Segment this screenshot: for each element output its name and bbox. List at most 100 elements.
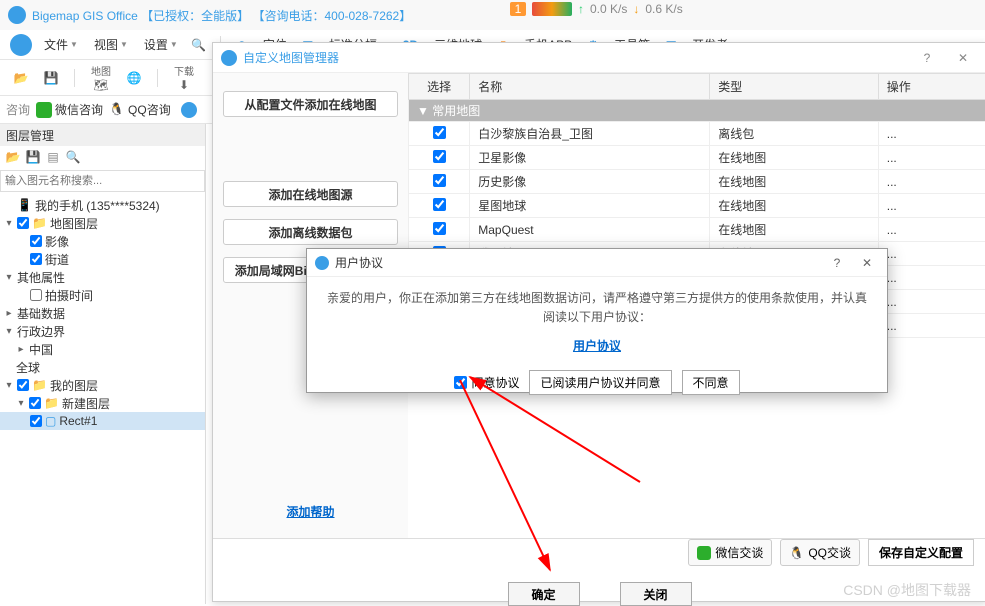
map-group[interactable]: 地图🗺 bbox=[87, 63, 115, 92]
row-op-button[interactable]: ... bbox=[878, 242, 985, 266]
row-name: MapQuest bbox=[470, 218, 710, 242]
disagree-button[interactable]: 不同意 bbox=[682, 370, 740, 395]
layers-icon[interactable]: ▤ bbox=[44, 148, 62, 166]
close-button[interactable]: 关闭 bbox=[620, 582, 692, 606]
row-checkbox[interactable] bbox=[433, 126, 446, 139]
ok-button[interactable]: 确定 bbox=[508, 582, 580, 606]
row-op-button[interactable]: ... bbox=[878, 170, 985, 194]
agree-checkbox[interactable] bbox=[454, 376, 467, 389]
agreement-titlebar: 用户协议 ? ✕ bbox=[307, 249, 887, 277]
help-icon[interactable]: ? bbox=[912, 51, 942, 65]
watermark: CSDN @地图下载器 bbox=[843, 580, 971, 600]
tree-other-attrs[interactable]: ▾其他属性 bbox=[0, 268, 205, 286]
read-and-agree-button[interactable]: 已阅读用户协议并同意 bbox=[529, 370, 671, 395]
row-checkbox[interactable] bbox=[433, 222, 446, 235]
map-manager-titlebar: 自定义地图管理器 ? ✕ bbox=[213, 43, 985, 73]
folder-open-icon[interactable]: 📂 bbox=[4, 148, 22, 166]
table-row[interactable]: 白沙黎族自治县_卫图 离线包 ... bbox=[409, 122, 985, 146]
menu-settings[interactable]: 设置▼ bbox=[140, 32, 182, 57]
qq-icon: 🐧 bbox=[109, 102, 125, 118]
table-row[interactable]: 历史影像 在线地图 ... bbox=[409, 170, 985, 194]
globe-icon[interactable] bbox=[10, 34, 32, 56]
tree-new-layer[interactable]: ▾📁新建图层 bbox=[0, 394, 205, 412]
row-op-button[interactable]: ... bbox=[878, 122, 985, 146]
menu-file[interactable]: 文件▼ bbox=[40, 32, 82, 57]
table-row[interactable]: 星图地球 在线地图 ... bbox=[409, 194, 985, 218]
row-op-button[interactable]: ... bbox=[878, 146, 985, 170]
user-agreement-dialog: 用户协议 ? ✕ 亲爱的用户，你正在添加第三方在线地图数据访问，请严格遵守第三方… bbox=[306, 248, 888, 393]
table-row[interactable]: MapQuest 在线地图 ... bbox=[409, 218, 985, 242]
row-type: 在线地图 bbox=[710, 146, 879, 170]
save-icon[interactable]: 💾 bbox=[40, 67, 62, 89]
help-icon[interactable]: ? bbox=[825, 256, 849, 270]
globe-small-icon[interactable]: 🌐 bbox=[123, 67, 145, 89]
tree-image[interactable]: 影像 bbox=[0, 232, 205, 250]
tree-my-phone[interactable]: 📱我的手机 (135****5324) bbox=[0, 196, 205, 214]
open-icon[interactable]: 📂 bbox=[10, 67, 32, 89]
row-checkbox[interactable] bbox=[433, 174, 446, 187]
add-online-source-button[interactable]: 添加在线地图源 bbox=[223, 181, 398, 207]
col-name[interactable]: 名称 bbox=[470, 74, 710, 100]
row-name: 卫星影像 bbox=[470, 146, 710, 170]
add-from-config-button[interactable]: 从配置文件添加在线地图 bbox=[223, 91, 398, 117]
layer-panel-tools: 📂 💾 ▤ 🔍 bbox=[0, 146, 205, 170]
row-checkbox[interactable] bbox=[433, 150, 446, 163]
row-op-button[interactable]: ... bbox=[878, 314, 985, 338]
tree-admin-boundary[interactable]: ▾行政边界 bbox=[0, 322, 205, 340]
search-icon[interactable]: 🔍 bbox=[190, 36, 208, 54]
col-op[interactable]: 操作 bbox=[878, 74, 985, 100]
net-status: 1 ↑0.0 K/s ↓0.6 K/s bbox=[510, 2, 683, 16]
layer-tree: 📱我的手机 (135****5324) ▾📁地图图层 影像 街道 ▾其他属性 拍… bbox=[0, 192, 205, 434]
qq-icon: 🐧 bbox=[789, 546, 804, 560]
folder-icon: 📁 bbox=[32, 378, 47, 392]
row-op-button[interactable]: ... bbox=[878, 194, 985, 218]
row-type: 在线地图 bbox=[710, 170, 879, 194]
app-title: Bigemap GIS Office 【已授权：全能版】 【咨询电话：400-0… bbox=[32, 7, 411, 24]
wechat-chat-button[interactable]: 微信交谈 bbox=[688, 539, 772, 566]
layer-panel-title: 图层管理 bbox=[0, 124, 205, 146]
tree-global[interactable]: 全球 bbox=[0, 358, 205, 376]
layer-panel: 图层管理 📂 💾 ▤ 🔍 📱我的手机 (135****5324) ▾📁地图图层 … bbox=[0, 124, 206, 604]
tree-rect1[interactable]: ▢Rect#1 bbox=[0, 412, 205, 430]
agreement-link[interactable]: 用户协议 bbox=[573, 337, 621, 354]
map-manager-title: 自定义地图管理器 bbox=[243, 49, 906, 66]
row-op-button[interactable]: ... bbox=[878, 290, 985, 314]
tree-my-layers[interactable]: ▾📁我的图层 bbox=[0, 376, 205, 394]
row-op-button[interactable]: ... bbox=[878, 218, 985, 242]
col-type[interactable]: 类型 bbox=[710, 74, 879, 100]
tree-shoot-time[interactable]: 拍摄时间 bbox=[0, 286, 205, 304]
tree-basic-data[interactable]: ▸基础数据 bbox=[0, 304, 205, 322]
table-row[interactable]: 卫星影像 在线地图 ... bbox=[409, 146, 985, 170]
row-type: 在线地图 bbox=[710, 218, 879, 242]
row-op-button[interactable]: ... bbox=[878, 266, 985, 290]
tree-street[interactable]: 街道 bbox=[0, 250, 205, 268]
row-type: 在线地图 bbox=[710, 194, 879, 218]
add-help-link[interactable]: 添加帮助 bbox=[286, 505, 334, 519]
close-icon[interactable]: ✕ bbox=[855, 256, 879, 270]
download-group[interactable]: 下载⬇ bbox=[170, 63, 198, 92]
table-group-common[interactable]: ▼ 常用地图 bbox=[409, 100, 985, 122]
folder-icon: 📁 bbox=[44, 396, 59, 410]
app-logo-tiny-icon bbox=[315, 256, 329, 270]
tree-map-layers[interactable]: ▾📁地图图层 bbox=[0, 214, 205, 232]
qq-consult-button[interactable]: 🐧QQ咨询 bbox=[109, 101, 171, 118]
disk-icon[interactable]: 💾 bbox=[24, 148, 42, 166]
tree-china[interactable]: ▸中国 bbox=[0, 340, 205, 358]
close-icon[interactable]: ✕ bbox=[948, 51, 978, 65]
phone-icon: 📱 bbox=[17, 198, 32, 212]
agree-checkbox-label[interactable]: 同意协议 bbox=[454, 374, 519, 391]
row-name: 星图地球 bbox=[470, 194, 710, 218]
save-config-button[interactable]: 保存自定义配置 bbox=[868, 539, 974, 566]
net-indicator-icon bbox=[532, 2, 572, 16]
add-offline-package-button[interactable]: 添加离线数据包 bbox=[223, 219, 398, 245]
search-small-icon[interactable]: 🔍 bbox=[64, 148, 82, 166]
wechat-consult-button[interactable]: 微信咨询 bbox=[36, 101, 103, 118]
row-checkbox[interactable] bbox=[433, 198, 446, 211]
support-icon[interactable] bbox=[181, 102, 197, 118]
col-select[interactable]: 选择 bbox=[409, 74, 470, 100]
row-name: 白沙黎族自治县_卫图 bbox=[470, 122, 710, 146]
menu-view[interactable]: 视图▼ bbox=[90, 32, 132, 57]
folder-icon: 📁 bbox=[32, 216, 47, 230]
qq-chat-button[interactable]: 🐧QQ交谈 bbox=[780, 539, 860, 566]
layer-search-input[interactable] bbox=[0, 170, 205, 192]
